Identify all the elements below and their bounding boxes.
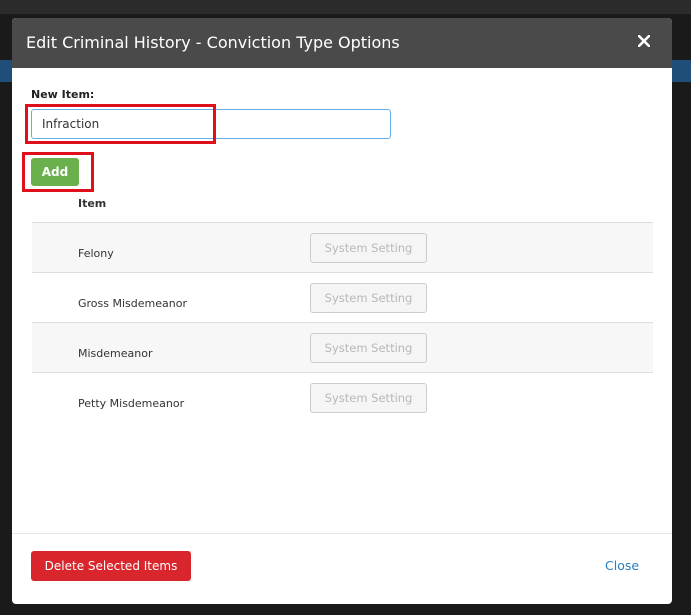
row-label: Felony [78,247,114,260]
background-page [0,0,691,14]
table-row[interactable]: Petty Misdemeanor System Setting [32,372,653,422]
new-item-input[interactable] [31,109,391,139]
add-button[interactable]: Add [31,158,79,186]
items-table: Felony System Setting Gross Misdemeanor … [32,222,653,422]
modal-title: Edit Criminal History - Conviction Type … [26,33,400,52]
row-label: Misdemeanor [78,347,153,360]
system-setting-button[interactable]: System Setting [310,383,427,413]
background-nav-right [672,60,691,82]
row-label: Gross Misdemeanor [78,297,187,310]
close-link[interactable]: Close [605,558,639,573]
table-row[interactable]: Misdemeanor System Setting [32,322,653,372]
system-setting-button[interactable]: System Setting [310,333,427,363]
item-column-header: Item [78,197,107,210]
modal-header: Edit Criminal History - Conviction Type … [12,18,672,68]
background-nav-left [0,60,12,82]
system-setting-button[interactable]: System Setting [310,233,427,263]
footer-divider [12,533,672,534]
modal-dialog: Edit Criminal History - Conviction Type … [12,18,672,604]
row-label: Petty Misdemeanor [78,397,185,410]
delete-selected-button[interactable]: Delete Selected Items [31,551,191,581]
close-icon[interactable] [635,32,653,50]
system-setting-button[interactable]: System Setting [310,283,427,313]
new-item-label: New Item: [31,88,95,101]
table-row[interactable]: Gross Misdemeanor System Setting [32,272,653,322]
table-row[interactable]: Felony System Setting [32,222,653,272]
